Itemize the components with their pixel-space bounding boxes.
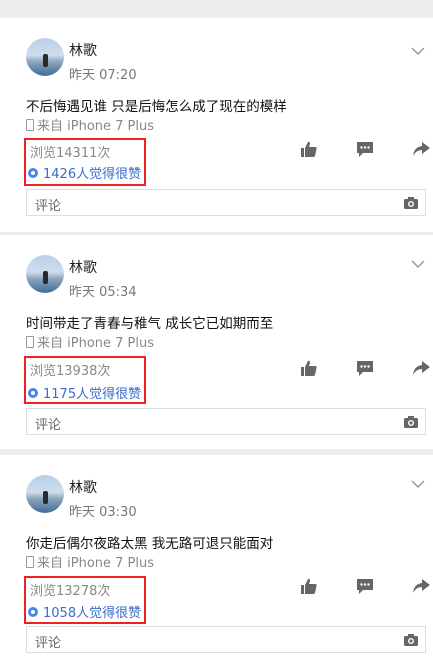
comment-placeholder: 评论 xyxy=(35,636,62,651)
source-label: 来自 iPhone 7 Plus xyxy=(37,336,155,351)
view-count: 浏览13278次 xyxy=(30,584,111,599)
phone-icon xyxy=(26,555,34,568)
post-content: 不后悔遇见谁 只是后悔怎么成了现在的模样 xyxy=(26,99,287,115)
like-summary[interactable]: 1426人觉得很赞 xyxy=(28,163,141,182)
comment-input[interactable]: 评论 xyxy=(26,626,426,653)
like-summary[interactable]: 1175人觉得很赞 xyxy=(28,383,141,402)
thumbs-up-icon[interactable] xyxy=(299,359,319,377)
chevron-down-icon[interactable] xyxy=(409,257,427,271)
comment-icon[interactable] xyxy=(355,359,375,377)
post-content: 你走后偶尔夜路太黑 我无路可退只能面对 xyxy=(26,536,274,552)
like-count: 1426人觉得很赞 xyxy=(43,167,142,182)
like-summary[interactable]: 1058人觉得很赞 xyxy=(28,602,141,621)
source-label: 来自 iPhone 7 Plus xyxy=(37,119,155,134)
camera-icon[interactable] xyxy=(403,196,419,210)
post-source: 来自 iPhone 7 Plus xyxy=(26,552,154,571)
like-badge-icon xyxy=(28,167,38,178)
phone-icon xyxy=(26,118,34,131)
avatar[interactable] xyxy=(26,38,64,76)
share-icon[interactable] xyxy=(411,140,431,158)
author-name[interactable]: 林歌 xyxy=(69,477,97,497)
comment-placeholder: 评论 xyxy=(35,199,62,214)
camera-icon[interactable] xyxy=(403,633,419,647)
comment-icon[interactable] xyxy=(355,140,375,158)
like-count: 1175人觉得很赞 xyxy=(43,387,142,402)
source-label: 来自 iPhone 7 Plus xyxy=(37,556,155,571)
comment-icon[interactable] xyxy=(355,577,375,595)
post-content: 时间带走了青春与稚气 成长它已如期而至 xyxy=(26,316,274,332)
chevron-down-icon[interactable] xyxy=(409,44,427,58)
post-source: 来自 iPhone 7 Plus xyxy=(26,332,154,351)
post-card: 林歌 昨天 07:20 不后悔遇见谁 只是后悔怎么成了现在的模样 来自 iPho… xyxy=(0,18,433,232)
thumbs-up-icon[interactable] xyxy=(299,577,319,595)
post-card: 林歌 昨天 03:30 你走后偶尔夜路太黑 我无路可退只能面对 来自 iPhon… xyxy=(0,455,433,660)
camera-icon[interactable] xyxy=(403,415,419,429)
avatar[interactable] xyxy=(26,255,64,293)
comment-input[interactable]: 评论 xyxy=(26,408,426,435)
post-time: 昨天 07:20 xyxy=(69,68,137,83)
avatar[interactable] xyxy=(26,475,64,513)
phone-icon xyxy=(26,335,34,348)
post-time: 昨天 05:34 xyxy=(69,285,137,300)
feed: 林歌 昨天 07:20 不后悔遇见谁 只是后悔怎么成了现在的模样 来自 iPho… xyxy=(0,0,433,660)
share-icon[interactable] xyxy=(411,359,431,377)
share-icon[interactable] xyxy=(411,577,431,595)
chevron-down-icon[interactable] xyxy=(409,477,427,491)
author-name[interactable]: 林歌 xyxy=(69,40,97,60)
view-count: 浏览14311次 xyxy=(30,146,111,161)
like-badge-icon xyxy=(28,606,38,617)
post-card: 林歌 昨天 05:34 时间带走了青春与稚气 成长它已如期而至 来自 iPhon… xyxy=(0,235,433,449)
like-badge-icon xyxy=(28,387,38,398)
comment-placeholder: 评论 xyxy=(35,418,62,433)
comment-input[interactable]: 评论 xyxy=(26,189,426,216)
author-name[interactable]: 林歌 xyxy=(69,257,97,277)
like-count: 1058人觉得很赞 xyxy=(43,606,142,621)
thumbs-up-icon[interactable] xyxy=(299,140,319,158)
view-count: 浏览13938次 xyxy=(30,364,111,379)
post-source: 来自 iPhone 7 Plus xyxy=(26,115,154,134)
post-time: 昨天 03:30 xyxy=(69,505,137,520)
